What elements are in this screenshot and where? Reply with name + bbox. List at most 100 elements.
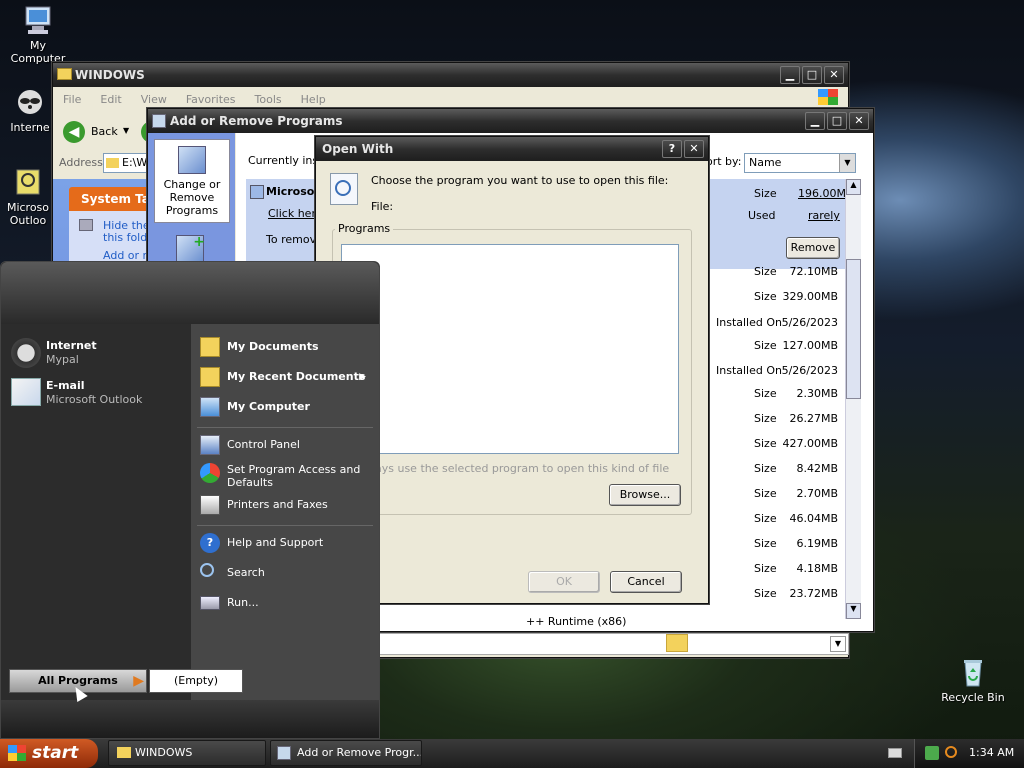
scroll-up-icon[interactable]: ▲ <box>846 179 861 195</box>
ok-button[interactable]: OK <box>528 571 600 593</box>
taskbar-button-windows[interactable]: WINDOWS <box>108 740 266 766</box>
computer-icon <box>200 397 220 417</box>
system-tasks-label: System Tas <box>81 192 158 206</box>
menu-favorites[interactable]: Favorites <box>186 93 236 106</box>
selected-size-label: Size <box>754 187 777 200</box>
menu-file[interactable]: File <box>63 93 81 106</box>
list-item[interactable]: Size 23.72MB <box>754 587 840 603</box>
taskbar-button-arp[interactable]: Add or Remove Progr... <box>270 740 422 766</box>
windows-logo-icon <box>818 89 838 105</box>
system-tasks-header[interactable]: System Tas <box>69 187 159 211</box>
email-title: E-mail <box>46 379 85 392</box>
list-item[interactable]: Size 329.00MB <box>754 290 840 306</box>
list-item[interactable]: Size 4.18MB <box>754 562 840 578</box>
chevron-down-icon[interactable]: ▼ <box>830 636 846 652</box>
printers-faxes-item[interactable]: Printers and Faxes <box>197 493 372 517</box>
my-recent-documents-item[interactable]: My Recent Documents ▶ <box>197 365 372 389</box>
menu-tools[interactable]: Tools <box>255 93 282 106</box>
programs-list[interactable] <box>341 244 679 454</box>
email-icon <box>11 378 41 406</box>
desktop-icon-outlook[interactable]: Microso Outloo <box>2 166 54 227</box>
list-item[interactable]: Size 72.10MB <box>754 265 840 281</box>
menu-edit[interactable]: Edit <box>100 93 121 106</box>
cancel-button[interactable]: Cancel <box>610 571 682 593</box>
maximize-button[interactable]: □ <box>827 112 847 130</box>
recycle-bin-label: Recycle Bin <box>941 691 1005 704</box>
task2-label: Add or Remove Progr... <box>297 746 422 759</box>
program-icon <box>250 185 264 199</box>
minimize-button[interactable]: ▁ <box>805 112 825 130</box>
list-item[interactable]: Size 127.00MB <box>754 339 840 355</box>
add-programs-icon[interactable]: + <box>176 234 205 263</box>
list-item[interactable]: Size 427.00MB <box>754 437 840 453</box>
maximize-button[interactable]: □ <box>802 66 822 84</box>
change-remove-tab[interactable]: Change or Remove Programs <box>154 139 230 223</box>
set-program-access-label-1: Set Program Access and <box>227 463 361 476</box>
sort-by-select[interactable]: Name ▼ <box>744 153 856 173</box>
set-program-access-label-2: Defaults <box>227 476 273 489</box>
task1-label: WINDOWS <box>135 746 193 759</box>
list-item[interactable]: Size 8.42MB <box>754 462 840 478</box>
file-label: File: <box>371 200 394 213</box>
list-item[interactable]: Size 6.19MB <box>754 537 840 553</box>
folder-icon <box>117 747 131 758</box>
run-item[interactable]: Run... <box>197 591 372 615</box>
close-button[interactable]: ✕ <box>824 66 844 84</box>
help-icon: ? <box>200 533 220 553</box>
empty-item[interactable]: (Empty) <box>174 674 218 687</box>
outlook-label-2: Outloo <box>9 214 47 227</box>
used-label: Used <box>748 209 776 222</box>
pinned-email[interactable]: E-mail Microsoft Outlook <box>11 376 181 412</box>
menu-help[interactable]: Help <box>301 93 326 106</box>
always-use-text: ays use the selected program to open thi… <box>375 462 670 475</box>
network-icon[interactable] <box>925 746 939 760</box>
open-with-titlebar[interactable]: Open With ? ✕ <box>316 137 708 161</box>
program-access-icon <box>200 463 220 483</box>
desktop-icon-internet[interactable]: Interne <box>2 86 58 134</box>
list-item[interactable]: Size 46.04MB <box>754 512 840 528</box>
start-button[interactable]: start <box>0 739 98 768</box>
scroll-down-icon[interactable]: ▼ <box>846 603 861 619</box>
list-item[interactable]: Size 2.30MB <box>754 387 840 403</box>
programs-label: Programs <box>335 222 394 235</box>
arp-title: Add or Remove Programs <box>170 114 343 128</box>
printer-icon <box>200 495 220 515</box>
scroll-thumb[interactable] <box>846 259 861 399</box>
my-computer-item[interactable]: My Computer <box>197 395 372 419</box>
documents-folder-icon <box>200 337 220 357</box>
address-label: Address <box>59 156 103 169</box>
keyboard-icon[interactable] <box>888 748 902 758</box>
arp-titlebar[interactable]: Add or Remove Programs ▁ □ ✕ <box>148 109 873 133</box>
start-menu-footer <box>1 700 379 738</box>
search-icon <box>200 563 214 577</box>
list-item[interactable]: Installed On 5/26/2023 <box>712 316 840 332</box>
set-program-access-item[interactable]: Set Program Access and Defaults <box>197 461 372 491</box>
minimize-button[interactable]: ▁ <box>780 66 800 84</box>
desktop-icon-my-computer[interactable]: My Computer <box>1 4 75 65</box>
control-panel-item[interactable]: Control Panel <box>197 433 372 457</box>
computer-icon <box>22 4 54 36</box>
back-button[interactable]: ◀ Back ▼ <box>63 121 137 145</box>
list-item[interactable]: Installed On 5/26/2023 <box>712 364 840 380</box>
help-button[interactable]: ? <box>662 140 682 158</box>
list-item[interactable]: Size 2.70MB <box>754 487 840 503</box>
scrollbar[interactable]: ▲ ▼ <box>845 179 861 619</box>
menu-view[interactable]: View <box>141 93 167 106</box>
close-button[interactable]: ✕ <box>849 112 869 130</box>
explorer-menubar: File Edit View Favorites Tools Help <box>53 93 848 106</box>
browse-button[interactable]: Browse... <box>609 484 681 506</box>
remove-button[interactable]: Remove <box>786 237 840 259</box>
search-tray-icon[interactable] <box>945 746 957 758</box>
help-support-item[interactable]: ? Help and Support <box>197 531 372 555</box>
search-item[interactable]: Search <box>197 561 372 585</box>
address-bar: Address E:\W <box>57 153 157 173</box>
list-item[interactable]: Size 26.27MB <box>754 412 840 428</box>
close-button[interactable]: ✕ <box>684 140 704 158</box>
pinned-internet[interactable]: Internet Mypal <box>11 336 181 372</box>
explorer-titlebar[interactable]: WINDOWS ▁ □ ✕ <box>53 63 848 87</box>
plus-icon: + <box>193 234 205 250</box>
recycle-bin-icon <box>957 656 989 688</box>
selected-program-name: Microsof <box>266 185 320 198</box>
desktop-icon-recycle-bin[interactable]: Recycle Bin <box>936 656 1010 704</box>
my-documents-item[interactable]: My Documents <box>197 335 372 359</box>
